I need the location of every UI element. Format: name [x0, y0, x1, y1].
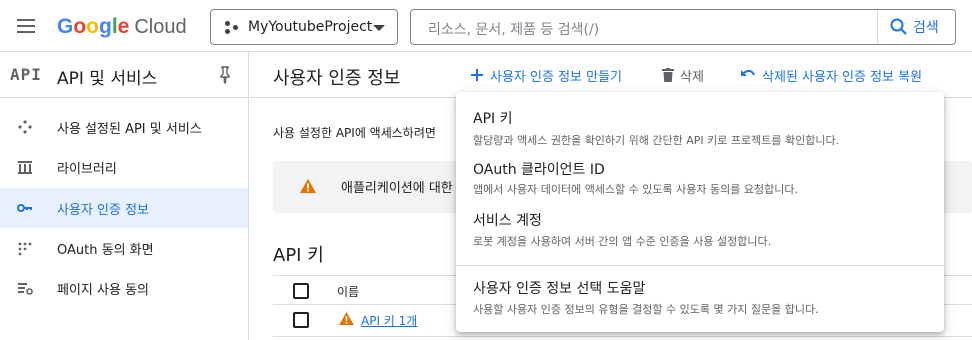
- cloud-logo-text: Cloud: [134, 15, 187, 38]
- sidebar-item-credentials[interactable]: 사용자 인증 정보: [0, 188, 248, 228]
- project-name: MyYoutubeProject: [248, 19, 373, 35]
- row-checkbox[interactable]: [293, 312, 309, 328]
- key-icon: [17, 204, 32, 212]
- hamburger-menu-icon[interactable]: [14, 14, 38, 38]
- menu-item-help-me-choose[interactable]: 사용자 인증 정보 선택 도움말 사용할 사용자 인증 정보의 유형을 결정할 …: [456, 272, 944, 324]
- settings-list-icon: [18, 283, 33, 295]
- sidebar-item-label: OAuth 동의 화면: [57, 243, 154, 258]
- api-key-link[interactable]: API 키 1개: [361, 312, 417, 329]
- sidebar-item-label: 사용 설정된 API 및 서비스: [57, 122, 202, 137]
- pin-icon[interactable]: [218, 66, 232, 84]
- oauth-dots-icon: [18, 242, 32, 256]
- menu-item-description: 할당량과 액세스 권한을 확인하기 위해 간단한 API 키로 프로젝트를 확인…: [473, 134, 840, 147]
- menu-item-description: 로봇 계정을 사용하여 서버 간의 앱 수준 인증을 사용 설정합니다.: [473, 235, 772, 248]
- sidebar-item-oauth-consent[interactable]: OAuth 동의 화면: [0, 228, 248, 268]
- column-header-name[interactable]: 이름: [337, 283, 359, 300]
- sidebar-item-label: 페이지 사용 동의: [57, 283, 149, 298]
- delete-label: 삭제: [680, 69, 704, 85]
- create-credentials-menu: API 키 할당량과 액세스 권한을 확인하기 위해 간단한 API 키로 프로…: [456, 92, 944, 332]
- library-icon: [18, 161, 32, 174]
- menu-item-title: 사용자 인증 정보 선택 도움말: [473, 281, 646, 297]
- credentials-description: 사용 설정한 API에 액세스하려면: [273, 126, 436, 140]
- menu-item-api-key[interactable]: API 키 할당량과 액세스 권한을 확인하기 위해 간단한 API 키로 프로…: [456, 102, 944, 152]
- warning-icon: [339, 312, 354, 325]
- trash-icon: [662, 68, 674, 82]
- sidebar-item-library[interactable]: 라이브러리: [0, 147, 248, 187]
- dropdown-caret-icon: [373, 25, 385, 31]
- sidebar-item-enabled-apis[interactable]: 사용 설정된 API 및 서비스: [0, 107, 248, 147]
- search-bar[interactable]: 리소스, 문서, 제품 등 검색(/) 검색: [410, 9, 956, 45]
- menu-item-description: 사용할 사용자 인증 정보의 유형을 결정할 수 있도록 몇 가지 질문을 합니…: [473, 303, 819, 316]
- api-keys-heading: API 키: [273, 245, 324, 266]
- sidebar-title: API 및 서비스: [57, 69, 158, 89]
- restore-deleted-label: 삭제된 사용자 인증 정보 복원: [762, 69, 923, 85]
- api-logo: API: [10, 65, 42, 84]
- menu-divider: [456, 265, 944, 266]
- undo-icon: [741, 69, 755, 76]
- project-dots-icon: [225, 21, 239, 35]
- google-logo-text: Google: [57, 15, 130, 38]
- top-bar: Google Cloud MyYoutubeProject 리소스, 문서, 제…: [0, 0, 972, 52]
- create-credentials-label: 사용자 인증 정보 만들기: [490, 69, 622, 85]
- google-cloud-logo[interactable]: Google Cloud: [57, 14, 187, 40]
- sidebar-item-label: 사용자 인증 정보: [57, 203, 149, 218]
- menu-item-title: 서비스 계정: [473, 213, 542, 229]
- sidebar-item-page-usage[interactable]: 페이지 사용 동의: [0, 268, 248, 308]
- diamond-dots-icon: [18, 120, 32, 134]
- menu-item-service-account[interactable]: 서비스 계정 로봇 계정을 사용하여 서버 간의 앱 수준 인증을 사용 설정합…: [456, 204, 944, 254]
- project-selector[interactable]: MyYoutubeProject: [210, 9, 398, 45]
- sidebar-item-label: 라이브러리: [57, 162, 117, 177]
- create-credentials-button[interactable]: 사용자 인증 정보 만들기: [470, 65, 622, 85]
- warning-text: 애플리케이션에 대한: [341, 181, 453, 196]
- search-button-label: 검색: [913, 20, 939, 36]
- select-all-checkbox[interactable]: [293, 283, 309, 299]
- menu-item-description: 앱에서 사용자 데이터에 액세스할 수 있도록 사용자 동의를 요청합니다.: [473, 183, 798, 196]
- menu-item-oauth-client-id[interactable]: OAuth 클라이언트 ID 앱에서 사용자 데이터에 액세스할 수 있도록 사…: [456, 153, 944, 203]
- menu-item-title: API 키: [473, 111, 513, 127]
- page-title: 사용자 인증 정보: [273, 68, 401, 89]
- sidebar-header: API API 및 서비스: [0, 52, 248, 98]
- plus-icon: [471, 69, 483, 81]
- sidebar: API API 및 서비스 사용 설정된 API 및 서비스 라이브러리 사용자…: [0, 52, 249, 340]
- search-button[interactable]: 검색: [877, 10, 956, 44]
- menu-item-title: OAuth 클라이언트 ID: [473, 162, 605, 178]
- search-icon: [890, 18, 907, 35]
- delete-button[interactable]: 삭제: [662, 65, 704, 85]
- warning-icon: [300, 179, 316, 193]
- search-input[interactable]: 리소스, 문서, 제품 등 검색(/): [428, 19, 599, 39]
- restore-deleted-button[interactable]: 삭제된 사용자 인증 정보 복원: [740, 65, 922, 85]
